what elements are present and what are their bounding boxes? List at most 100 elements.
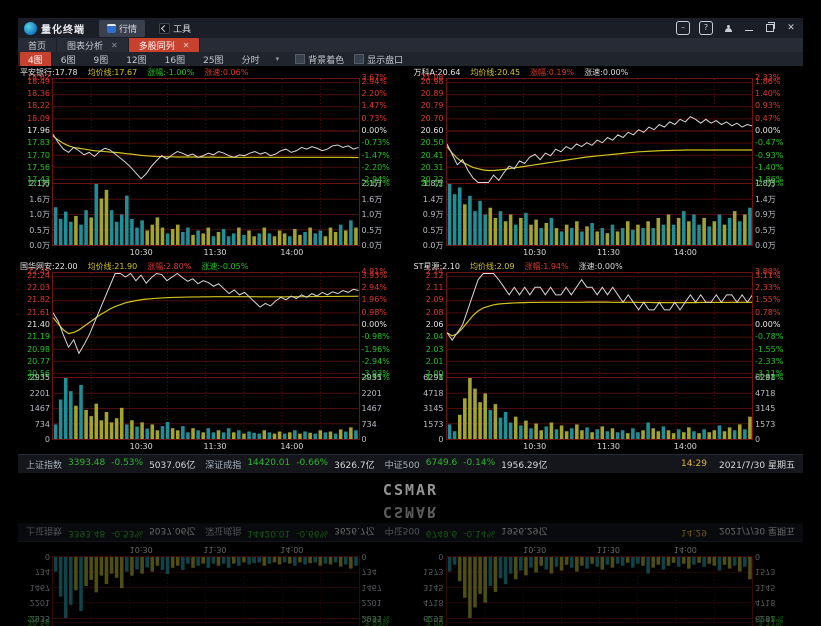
chart-panel[interactable]: ST星源:2.10均价线:2.09涨幅:1.94%涨速:0.00%2.142.1… xyxy=(412,261,804,454)
price-tick: 22.03 xyxy=(27,284,50,292)
index-value: 6749.6 xyxy=(426,458,458,471)
time-tick: 14:00 xyxy=(280,248,303,257)
price-pane[interactable] xyxy=(52,78,360,184)
volume-pane[interactable] xyxy=(52,184,360,246)
volume-tick: 6291 xyxy=(423,614,443,622)
volume-tick: 2201 xyxy=(362,390,382,398)
layout-4-button[interactable]: 4图 xyxy=(20,52,51,67)
volume-tick: 2935 xyxy=(30,614,50,622)
user-icon[interactable] xyxy=(722,22,734,34)
axis-corner xyxy=(18,543,52,556)
tab-home-label: 首页 xyxy=(28,39,46,52)
index-name: 上证指数 xyxy=(26,526,62,539)
help-icon[interactable]: ? xyxy=(699,21,713,35)
index-change: -0.66% xyxy=(296,458,328,471)
csmar-watermark: CSMAR xyxy=(0,481,821,499)
tab-chart-analysis[interactable]: 图表分析 ✕ xyxy=(57,38,129,52)
volume-pane[interactable] xyxy=(446,378,754,440)
price-tick: 2.01 xyxy=(426,358,444,366)
price-tick: 20.31 xyxy=(421,164,444,172)
layout-25-button[interactable]: 25图 xyxy=(195,52,231,67)
price-pane[interactable] xyxy=(446,272,754,378)
price-tick: 2.03 xyxy=(426,346,444,354)
layout-9-button[interactable]: 9图 xyxy=(85,52,116,67)
price-tick: 20.60 xyxy=(421,127,444,135)
csmar-watermark-reflection: CSMAR xyxy=(0,503,821,521)
percent-tick: 2.33% xyxy=(755,284,780,292)
price-tick: 2.08 xyxy=(426,309,444,317)
index-value: 14420.01 xyxy=(247,526,290,539)
price-pane[interactable] xyxy=(446,78,754,184)
index-change: -0.66% xyxy=(296,526,328,539)
volume-tick: 0 xyxy=(45,436,50,444)
layout-16-button[interactable]: 16图 xyxy=(157,52,193,67)
percent-tick: -1.40% xyxy=(755,164,783,172)
index-turnover: 3626.7亿 xyxy=(334,458,375,471)
tab-multi-stock[interactable]: 多股同列 ✕ xyxy=(129,38,201,52)
volume-axis-left: 2935220114677340 xyxy=(18,556,52,618)
tab-home[interactable]: 首页 xyxy=(18,38,57,52)
chart-panel[interactable]: 万科A:20.64均价线:20.45涨幅:0.19%涨速:0.00%21.082… xyxy=(412,67,804,260)
volume-tick: 0 xyxy=(362,436,367,444)
restore-button[interactable] xyxy=(764,22,776,34)
index-turnover: 5037.06亿 xyxy=(149,458,195,471)
close-button[interactable]: ✕ xyxy=(785,22,797,34)
tab-close-icon[interactable]: ✕ xyxy=(183,41,190,50)
menu-quotes[interactable]: 行情 xyxy=(99,20,145,37)
volume-tick: 0.5万 xyxy=(362,227,383,235)
percent-tick: -0.73% xyxy=(362,139,390,147)
chart-panel[interactable]: 国华网安:22.00均价线:21.90涨幅:2.80%涨速:-0.05%22.4… xyxy=(18,542,410,626)
price-tick: 18.22 xyxy=(27,102,50,110)
price-tick: 20.98 xyxy=(27,346,50,354)
price-pane[interactable] xyxy=(52,618,360,626)
chevron-down-icon[interactable]: ▾ xyxy=(270,55,286,63)
layout-6-button[interactable]: 6图 xyxy=(53,52,84,67)
chart-panel[interactable]: 国华网安:22.00均价线:21.90涨幅:2.80%涨速:-0.05%22.4… xyxy=(18,261,410,454)
background-shading-checkbox[interactable]: 背景着色 xyxy=(295,53,344,66)
volume-axis-left: 62914718314515730 xyxy=(412,556,446,618)
percent-tick: 1.86% xyxy=(755,78,780,86)
time-tick: 14:00 xyxy=(280,545,303,554)
percent-tick: 0.93% xyxy=(755,102,780,110)
tab-close-icon[interactable]: ✕ xyxy=(111,41,118,50)
volume-pane[interactable] xyxy=(52,378,360,440)
volume-axis-right: 2935220114677340 xyxy=(360,378,410,440)
time-tick: 11:30 xyxy=(203,442,226,451)
time-axis: 10:3011:3014:00 xyxy=(52,246,360,259)
price-tick: 17.83 xyxy=(27,139,50,147)
index-name: 中证500 xyxy=(385,526,420,539)
desktop-background: 量化终端 行情 工具 – ? ✕ 首页 xyxy=(0,0,821,626)
theme-icon[interactable]: – xyxy=(676,21,690,35)
layout-12-button[interactable]: 12图 xyxy=(118,52,154,67)
price-pane[interactable] xyxy=(52,272,360,378)
volume-tick: 1467 xyxy=(30,405,50,413)
percent-axis-right: 4.91%3.93%2.94%1.96%0.98%0.00%-0.98%-1.9… xyxy=(360,272,410,378)
chart-panel[interactable]: ST星源:2.10均价线:2.09涨幅:1.94%涨速:0.00%2.142.1… xyxy=(412,542,804,626)
timeframe-button[interactable]: 分时 xyxy=(234,52,268,67)
index-name: 深证成指 xyxy=(205,458,241,471)
volume-tick: 1.4万 xyxy=(755,196,776,204)
minimize-button[interactable] xyxy=(743,22,755,34)
show-orderbook-checkbox[interactable]: 显示盘口 xyxy=(354,53,403,66)
percent-tick: -2.20% xyxy=(362,164,390,172)
volume-pane[interactable] xyxy=(52,556,360,618)
chart-body: 2.142.122.112.092.082.062.042.032.012.00… xyxy=(412,272,804,454)
percent-axis-right: 3.88%3.11%2.33%1.55%0.78%0.00%-0.78%-1.5… xyxy=(753,618,803,626)
volume-tick: 3145 xyxy=(755,405,775,413)
percent-tick: -1.96% xyxy=(362,346,390,354)
avg-price-value: 均价线:20.45 xyxy=(470,67,520,78)
volume-tick: 734 xyxy=(362,568,377,576)
axis-corner xyxy=(412,543,446,556)
price-pane[interactable] xyxy=(446,618,754,626)
volume-pane[interactable] xyxy=(446,184,754,246)
title-bar[interactable]: 量化终端 行情 工具 – ? ✕ xyxy=(18,18,803,38)
chart-panel[interactable]: 平安银行:17.78均价线:17.67涨幅:-1.00%涨速:0.06%18.6… xyxy=(18,67,410,260)
volume-pane[interactable] xyxy=(446,556,754,618)
menu-tools[interactable]: 工具 xyxy=(151,20,199,37)
volume-tick: 1573 xyxy=(423,421,443,429)
index-quote: 上证指数3393.48-0.53%5037.06亿 xyxy=(26,458,195,471)
time-axis: 10:3011:3014:00 xyxy=(446,440,754,453)
index-name: 中证500 xyxy=(385,458,420,471)
index-value: 3393.48 xyxy=(68,526,105,539)
price-tick: 18.36 xyxy=(27,90,50,98)
